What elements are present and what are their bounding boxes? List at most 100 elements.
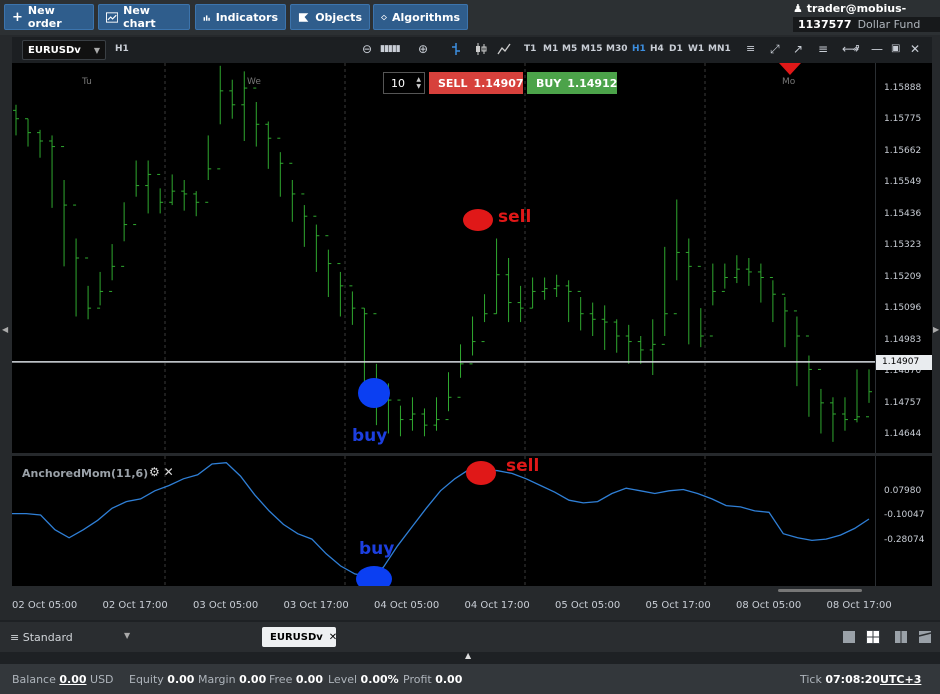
sell-marker	[463, 209, 493, 231]
timeframe-h4[interactable]: H4	[650, 44, 664, 54]
timeframe-m5[interactable]: M5	[562, 44, 577, 54]
ohlc-bar	[361, 307, 368, 392]
right-scroll-icon[interactable]: ▶	[933, 325, 939, 334]
candle-chart-icon[interactable]	[474, 42, 488, 56]
line-chart-icon[interactable]	[497, 42, 511, 56]
ohlc-bar	[157, 173, 164, 214]
indicators-label: Indicators	[215, 10, 278, 24]
sell-annotation: sell	[498, 207, 532, 227]
time-tick-label: 04 Oct 05:00	[374, 600, 440, 611]
remove-indicator-icon[interactable]: ✕	[164, 465, 174, 479]
timeframe-w1[interactable]: W1	[688, 44, 704, 54]
timeframe-d1[interactable]: D1	[669, 44, 683, 54]
indicator-list-icon[interactable]: ≡	[746, 42, 755, 55]
free-value: 0.00	[295, 673, 323, 686]
ohlc-bar	[97, 271, 104, 309]
timeframe-m1[interactable]: M1	[543, 44, 558, 54]
indicator-axis: 0.07980 -0.10047 -0.28074	[875, 456, 932, 586]
timeframe-t1[interactable]: T1	[524, 44, 536, 54]
timeframe-m15[interactable]: M15	[581, 44, 602, 54]
balance-currency: USD	[90, 673, 114, 686]
ohlc-bar	[265, 121, 272, 169]
chart-toolbar: EURUSDv ▼ H1 ⊖ ▮▮▮▮▮ ⊕ T1 M1 M5 M15 M30 …	[12, 37, 932, 63]
gear-icon[interactable]: ⚙	[149, 465, 160, 479]
time-tick-label: 08 Oct 05:00	[736, 600, 802, 611]
bar-chart-icon[interactable]	[450, 42, 462, 56]
timeframe-h1[interactable]: H1	[632, 44, 646, 54]
new-chart-label: New chart	[123, 4, 156, 30]
ohlc-bar	[661, 246, 668, 345]
maximize-icon[interactable]: ▣	[891, 43, 900, 54]
chevron-down-icon[interactable]: ▼	[124, 631, 130, 640]
ohlc-bar	[685, 238, 692, 345]
chart-tab-eurusdv[interactable]: EURUSDv ✕	[262, 627, 337, 647]
new-chart-button[interactable]: New chart	[98, 4, 190, 30]
arrow-tool-icon[interactable]: ↗	[793, 42, 803, 56]
symbol-select[interactable]: EURUSDv ▼	[22, 40, 106, 60]
close-icon[interactable]: ✕	[910, 42, 920, 56]
ohlc-bar	[217, 65, 224, 170]
layout-grid-icon[interactable]	[866, 630, 880, 644]
layout-rows-icon[interactable]	[918, 630, 932, 644]
ohlc-bar	[817, 368, 824, 434]
quantity-stepper[interactable]: 10 ▲ ▼	[383, 72, 425, 94]
zoom-in-icon[interactable]: ⊕	[418, 42, 428, 56]
tick-status: Tick 07:08:20	[800, 673, 880, 686]
hline-tool-icon[interactable]: ≡	[818, 42, 828, 56]
objects-button[interactable]: Objects	[290, 4, 370, 30]
ohlc-bar	[37, 129, 44, 158]
ohlc-bar	[745, 258, 752, 286]
collapse-panel-icon[interactable]: ▲	[465, 651, 471, 660]
horizontal-scrollbar[interactable]	[778, 589, 862, 592]
level-value: 0.00%	[360, 673, 399, 686]
price-plot[interactable]	[12, 63, 875, 453]
account-panel[interactable]: ♟ trader@mobius-soft.org 1137577 Dollar …	[793, 0, 940, 35]
ohlc-bar	[733, 255, 740, 284]
ohlc-bar	[121, 202, 128, 267]
plus-icon: +	[12, 9, 23, 25]
layout-single-icon[interactable]	[842, 630, 856, 644]
sell-button[interactable]: SELL 1.14907	[429, 72, 524, 94]
price-axis: 1.15888 1.15775 1.15662 1.15549 1.15436 1.153…	[875, 63, 932, 453]
ohlc-bar	[553, 274, 560, 297]
minimize-icon[interactable]: —	[871, 42, 883, 56]
detach-icon[interactable]: ⇗	[852, 43, 860, 54]
timeframe-m30[interactable]: M30	[606, 44, 627, 54]
time-tick-label: 05 Oct 17:00	[645, 600, 711, 611]
profit-label: Profit	[403, 673, 432, 686]
left-scroll-icon[interactable]: ◀	[2, 325, 8, 334]
trendline-icon[interactable]: ⤢	[770, 42, 780, 57]
tick-label: Tick	[800, 673, 822, 686]
indicators-button[interactable]: Indicators	[195, 4, 286, 30]
price-tick-label: 1.15775	[884, 114, 922, 125]
ohlc-bar	[109, 244, 116, 292]
user-icon: ♟	[793, 2, 803, 15]
ohlc-bar	[421, 408, 428, 437]
new-order-button[interactable]: + New order	[4, 4, 94, 30]
algorithms-button[interactable]: Algorithms	[373, 4, 468, 30]
template-select[interactable]: ≡ Standard	[10, 631, 73, 644]
price-tick-label: 1.15323	[884, 240, 922, 251]
timezone-select[interactable]: UTC+3	[880, 673, 921, 686]
timeframe-mn1[interactable]: MN1	[708, 44, 731, 54]
ohlc-bar	[325, 235, 332, 297]
time-axis: 02 Oct 05:00 02 Oct 17:00 03 Oct 05:00 03 O…	[12, 589, 932, 620]
ohlc-bar	[469, 316, 476, 365]
buy-annotation: buy	[352, 426, 388, 446]
zoom-out-icon[interactable]: ⊖	[362, 42, 372, 56]
price-chart-svg	[12, 63, 875, 453]
price-tick-label: 1.15549	[884, 177, 922, 188]
stepper-arrows-icon[interactable]: ▲ ▼	[416, 76, 421, 90]
buy-marker	[358, 378, 390, 408]
balance-label: Balance	[12, 673, 56, 686]
layout-columns-icon[interactable]	[894, 630, 908, 644]
buy-button[interactable]: BUY 1.14912	[527, 72, 617, 94]
ohlc-bar	[577, 290, 584, 331]
zoom-slider[interactable]: ▮▮▮▮▮	[380, 44, 401, 54]
indicator-buy-marker	[356, 566, 392, 586]
chart-icon	[106, 11, 119, 23]
time-tick-label: 03 Oct 05:00	[193, 600, 259, 611]
sell-price: 1.14907	[473, 76, 524, 90]
day-label-tu: Tu	[82, 77, 92, 87]
close-tab-icon[interactable]: ✕	[329, 632, 337, 643]
